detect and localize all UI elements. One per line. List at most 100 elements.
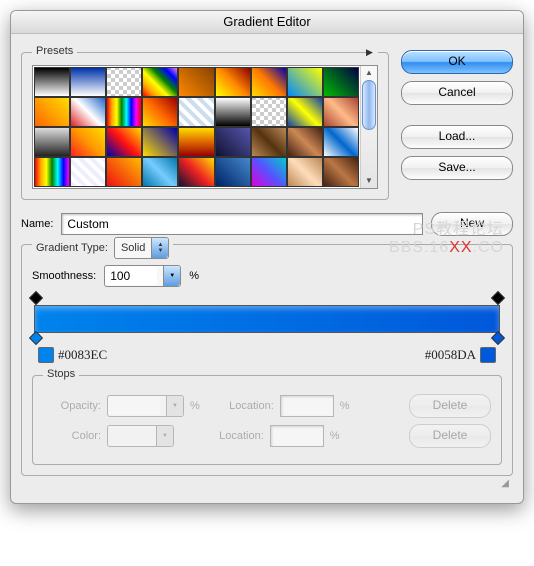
preset-swatch[interactable] [287,67,323,97]
preset-swatch[interactable] [70,127,106,157]
right-color-hex: #0058DA [425,347,476,363]
color-location-field [270,425,324,447]
name-row: Name: New [21,212,513,236]
preset-swatch[interactable] [215,157,251,187]
presets-flyout-icon[interactable]: ▶ [366,47,378,59]
preset-swatch[interactable] [106,67,142,97]
preset-swatch[interactable] [142,157,178,187]
color-stop-right[interactable] [493,333,503,345]
preset-swatch[interactable] [142,67,178,97]
preset-swatch[interactable] [215,127,251,157]
smoothness-field[interactable] [105,267,157,285]
preset-swatch[interactable] [106,127,142,157]
preset-swatch[interactable] [142,97,178,127]
preset-swatch[interactable] [70,97,106,127]
preset-swatch[interactable] [287,127,323,157]
preset-swatch[interactable] [251,97,287,127]
opacity-label: Opacity: [43,400,101,412]
opacity-stop-left[interactable] [31,293,41,305]
opacity-value-field [108,397,160,415]
color-readout-row: #0083EC #0058DA [34,347,500,363]
smoothness-input[interactable]: ▼ [104,265,181,287]
preset-list: ▲ ▼ [32,65,378,189]
smoothness-unit: % [189,270,199,282]
preset-scrollbar[interactable]: ▲ ▼ [360,66,377,188]
preset-swatch[interactable] [287,97,323,127]
gradient-name-input[interactable] [61,213,423,235]
smoothness-label: Smoothness: [32,270,96,282]
stops-legend: Stops [43,368,79,380]
gradient-settings-fieldset: Gradient Type: Solid ▲▼ PS教程论坛 BBS.16XX.… [21,244,513,476]
chevron-down-icon[interactable]: ▼ [163,266,180,286]
delete-opacity-stop-button: Delete [409,394,491,418]
location-label: Location: [216,400,274,412]
new-button[interactable]: New [431,212,513,236]
location-label: Location: [206,430,264,442]
opacity-location-field [280,395,334,417]
ok-button[interactable]: OK [401,50,513,74]
gradient-editor-window: Gradient Editor Presets ▶ [10,10,524,504]
presets-legend: Presets [32,45,77,57]
left-color-hex: #0083EC [58,347,107,363]
gradient-bar[interactable] [34,305,500,333]
preset-swatch[interactable] [34,97,70,127]
preset-swatch[interactable] [34,157,70,187]
bucket-icon [480,347,496,363]
stops-fieldset: Stops Opacity: ▼ % Location: % Delete Co… [32,375,502,465]
location-unit: % [340,400,350,412]
chevron-down-icon: ▼ [156,426,173,446]
preset-swatch[interactable] [215,67,251,97]
opacity-value-input: ▼ [107,395,184,417]
preset-swatch[interactable] [106,157,142,187]
color-value-input: ▼ [107,425,174,447]
chevron-updown-icon: ▲▼ [151,238,168,258]
preset-swatch[interactable] [178,127,214,157]
preset-swatch[interactable] [323,97,359,127]
delete-color-stop-button: Delete [409,424,491,448]
gradient-preview-wrap [34,305,500,333]
name-label: Name: [21,218,53,230]
gradient-type-label: Gradient Type: [36,242,108,254]
preset-swatch[interactable] [323,127,359,157]
action-buttons: OK Cancel Load... Save... [401,44,513,200]
location-unit: % [330,430,340,442]
preset-swatch[interactable] [34,67,70,97]
resize-grip-icon[interactable]: ◢ [21,476,513,493]
preset-swatch[interactable] [178,67,214,97]
gradient-type-select[interactable]: Solid ▲▼ [114,237,169,259]
opacity-stop-right[interactable] [493,293,503,305]
window-title: Gradient Editor [11,11,523,34]
cancel-button[interactable]: Cancel [401,81,513,105]
preset-swatch[interactable] [142,127,178,157]
color-stop-row: Color: ▼ % Location: % Delete [43,424,491,448]
color-label: Color: [43,430,101,442]
preset-swatch[interactable] [251,157,287,187]
preset-swatch[interactable] [70,157,106,187]
chevron-down-icon: ▼ [166,396,183,416]
preset-swatch[interactable] [287,157,323,187]
preset-swatch[interactable] [178,97,214,127]
opacity-stop-row: Opacity: ▼ % Location: % Delete [43,394,491,418]
preset-swatch[interactable] [70,67,106,97]
gradient-type-legend: Gradient Type: Solid ▲▼ [32,237,173,259]
color-stop-left[interactable] [31,333,41,345]
gradient-type-value: Solid [121,242,145,254]
window-content: Presets ▶ [11,34,523,503]
scroll-down-icon[interactable]: ▼ [361,174,377,188]
preset-swatch[interactable] [215,97,251,127]
presets-fieldset: Presets ▶ [21,52,389,200]
preset-swatch[interactable] [251,67,287,97]
preset-swatch[interactable] [251,127,287,157]
preset-swatch[interactable] [178,157,214,187]
preset-swatch[interactable] [34,127,70,157]
bucket-icon [38,347,54,363]
preset-swatch[interactable] [106,97,142,127]
scroll-up-icon[interactable]: ▲ [361,66,377,80]
preset-swatch[interactable] [323,67,359,97]
scroll-thumb[interactable] [362,80,376,130]
preset-swatch[interactable] [323,157,359,187]
opacity-unit: % [190,400,200,412]
preset-grid [33,66,360,188]
save-button[interactable]: Save... [401,156,513,180]
load-button[interactable]: Load... [401,125,513,149]
